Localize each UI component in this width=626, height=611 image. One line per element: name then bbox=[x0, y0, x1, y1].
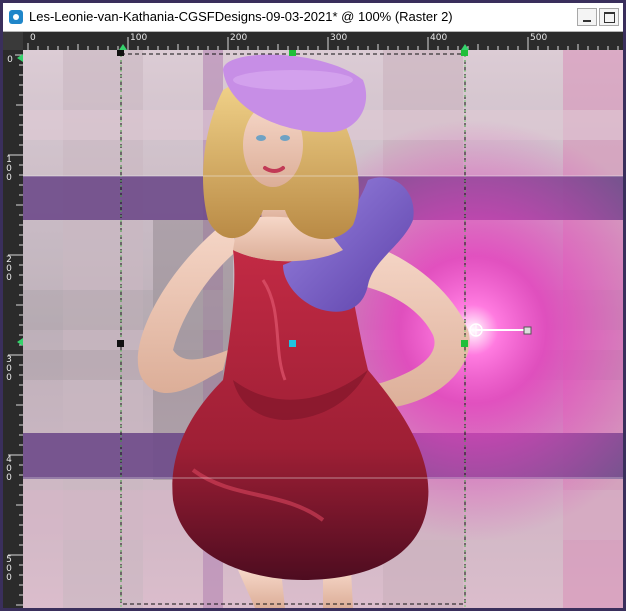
canvas-artwork bbox=[23, 50, 623, 608]
vruler-label-200: 200 bbox=[6, 255, 12, 283]
vruler-label-400: 400 bbox=[6, 455, 12, 483]
image-canvas[interactable] bbox=[23, 50, 623, 608]
vruler-label-500: 500 bbox=[6, 555, 12, 583]
psp-app-icon bbox=[9, 10, 23, 24]
ruler-label-0: 0 bbox=[30, 33, 36, 43]
handle-top-left bbox=[117, 50, 124, 56]
vertical-ruler-ticks bbox=[8, 54, 23, 606]
horizontal-ruler[interactable]: 0 100 200 300 400 500 bbox=[23, 32, 623, 50]
title-bar[interactable]: Les-Leonie-van-Kathania-CGSFDesigns-09-0… bbox=[3, 3, 623, 32]
ruler-label-100: 100 bbox=[130, 33, 148, 43]
document-title: Les-Leonie-van-Kathania-CGSFDesigns-09-0… bbox=[29, 9, 453, 24]
rotation-handle bbox=[523, 326, 532, 335]
vruler-label-100: 100 bbox=[6, 155, 12, 183]
vertical-ruler[interactable]: 0 100 200 300 400 500 bbox=[3, 50, 23, 608]
ruler-label-300: 300 bbox=[330, 33, 348, 43]
ruler-label-400: 400 bbox=[430, 33, 448, 43]
ruler-label-500: 500 bbox=[530, 33, 548, 43]
ruler-corner bbox=[3, 32, 23, 50]
handle-right bbox=[461, 340, 468, 347]
handle-top bbox=[289, 50, 296, 56]
vruler-label-300: 300 bbox=[6, 355, 12, 383]
maximize-icon[interactable] bbox=[599, 8, 619, 26]
handle-center bbox=[289, 340, 296, 347]
ruler-label-200: 200 bbox=[230, 33, 248, 43]
handle-left bbox=[117, 340, 124, 347]
app-window: Les-Leonie-van-Kathania-CGSFDesigns-09-0… bbox=[0, 0, 626, 611]
handle-top-right bbox=[461, 50, 468, 56]
minimize-icon[interactable] bbox=[577, 8, 597, 26]
vruler-label-0: 0 bbox=[7, 55, 13, 65]
